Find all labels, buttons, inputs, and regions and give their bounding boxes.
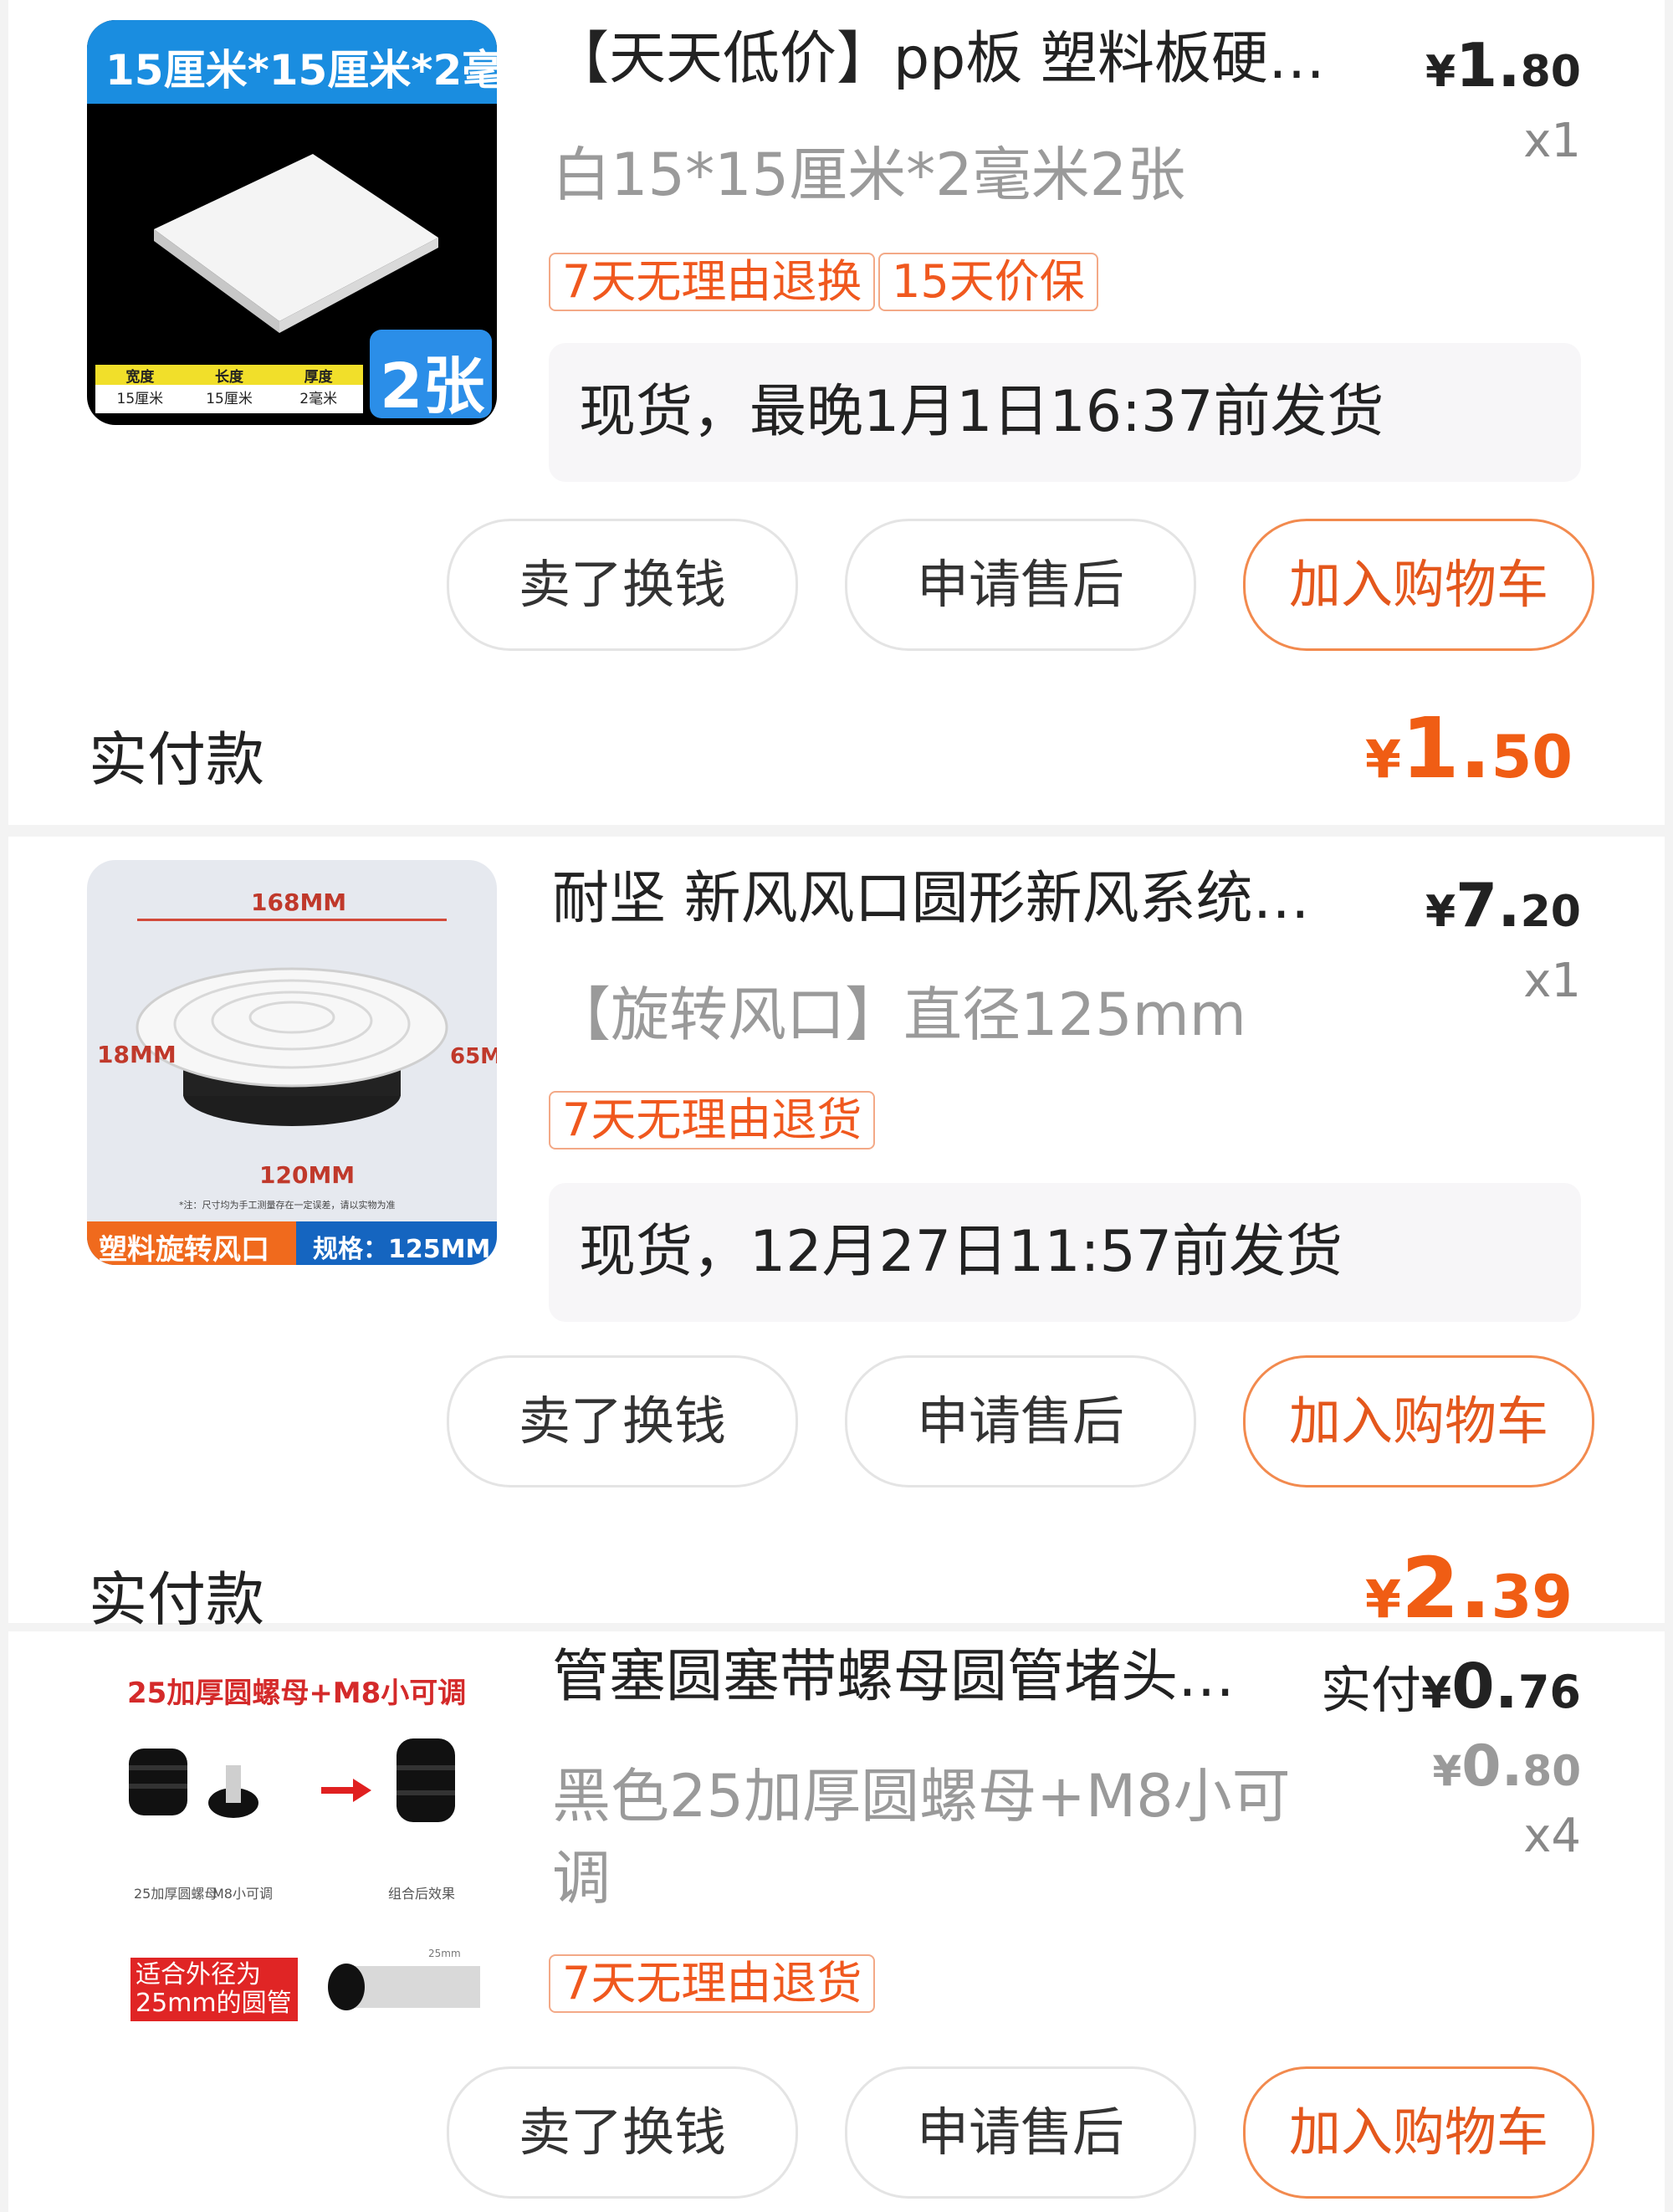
quantity: x1 — [1523, 114, 1581, 168]
paid-amount: ¥2.39 — [1364, 1539, 1573, 1637]
add-to-cart-button[interactable]: 加入购物车 — [1243, 519, 1594, 651]
image-headline: 25加厚圆螺母+M8小可调 — [127, 1677, 467, 1710]
product-spec: 黑色25加厚圆螺母+M8小可调 — [552, 1762, 1291, 1912]
spec-value: 15厘米 — [206, 391, 253, 407]
nut-illustration — [129, 1738, 455, 1822]
paid-amount: ¥1.50 — [1364, 699, 1573, 797]
after-sales-button[interactable]: 申请售后 — [845, 519, 1196, 651]
image-caption: 组合后效果 — [388, 1886, 456, 1902]
product-image[interactable]: 168MM 18MM 65MM 120MM *注：尺寸均为手工测量存在一定误差，… — [87, 860, 497, 1265]
spec-header: 厚度 — [304, 369, 333, 386]
order-card: 15厘米*15厘米*2毫米 宽度 长度 厚度 15厘米 15厘米 2毫米 — [8, 0, 1665, 825]
add-to-cart-button[interactable]: 加入购物车 — [1243, 2066, 1594, 2199]
count-badge-text: 2张 — [380, 351, 485, 422]
image-caption: 25加厚圆螺母 — [134, 1886, 218, 1902]
product-image[interactable]: 15厘米*15厘米*2毫米 宽度 长度 厚度 15厘米 15厘米 2毫米 — [87, 20, 497, 425]
paid-label: 实付款 — [89, 725, 264, 794]
order-card: 168MM 18MM 65MM 120MM *注：尺寸均为手工测量存在一定误差，… — [8, 837, 1665, 1637]
sell-button[interactable]: 卖了换钱 — [447, 2066, 798, 2199]
spec-value: 15厘米 — [116, 391, 164, 407]
quantity: x4 — [1523, 1809, 1581, 1863]
white-board-illustration — [154, 154, 438, 333]
product-spec: 【旋转风口】直径125mm — [552, 981, 1246, 1049]
return-tag: 7天无理由退货 — [549, 1954, 876, 2013]
spec-header: 宽度 — [125, 369, 155, 386]
image-caption: M8小可调 — [212, 1886, 273, 1902]
unit-price: ¥7.20 — [1425, 870, 1581, 940]
spec-header: 长度 — [215, 369, 243, 386]
product-image[interactable]: 25加厚圆螺母+M8小可调 25加厚圆螺母 M8小可调 组合后效果 适合外径为2… — [87, 1640, 497, 2045]
product-spec: 白15*15厘米*2毫米2张 — [552, 141, 1186, 209]
price-protect-tag: 15天价保 — [878, 253, 1098, 311]
dimension-label: 120MM — [259, 1161, 356, 1189]
quantity: x1 — [1523, 954, 1581, 1008]
dimension-label: 18MM — [97, 1041, 177, 1068]
spec-value: 2毫米 — [299, 391, 338, 407]
return-tag: 7天无理由退换 — [549, 253, 876, 311]
spec-table: 宽度 长度 厚度 15厘米 15厘米 2毫米 — [95, 365, 363, 413]
order-card: 25加厚圆螺母+M8小可调 25加厚圆螺母 M8小可调 组合后效果 适合外径为2… — [8, 1631, 1665, 2212]
image-note: *注：尺寸均为手工测量存在一定误差，请以实物为准 — [179, 1200, 396, 1211]
dimension-label: 65MM — [450, 1044, 497, 1069]
pipe-illustration — [328, 1964, 480, 2010]
product-title[interactable]: 【天天低价】pp板 塑料板硬… — [552, 28, 1380, 91]
pipe-size: 25mm — [428, 1948, 461, 1959]
image-footer-text: 塑料旋转风口 — [99, 1233, 269, 1265]
return-tag: 7天无理由退货 — [549, 1091, 876, 1150]
add-to-cart-button[interactable]: 加入购物车 — [1243, 1355, 1594, 1487]
order-list: 15厘米*15厘米*2毫米 宽度 长度 厚度 15厘米 15厘米 2毫米 — [0, 0, 1673, 2212]
paid-amount: 实付¥0.76 — [1321, 1651, 1581, 1723]
product-title[interactable]: 耐坚 新风风口圆形新风系统… — [552, 868, 1372, 931]
shipping-info: 现货，12月27日11:57前发货 — [549, 1183, 1581, 1322]
image-banner-text: 15厘米*15厘米*2毫米 — [105, 46, 497, 95]
red-note-text: 适合外径为25mm的圆管 — [136, 1960, 292, 2018]
after-sales-button[interactable]: 申请售后 — [845, 1355, 1196, 1487]
sell-button[interactable]: 卖了换钱 — [447, 1355, 798, 1487]
product-title[interactable]: 管塞圆塞带螺母圆管堵头… — [552, 1646, 1305, 1709]
image-footer-text: 规格：125MM — [313, 1235, 491, 1264]
shipping-info: 现货，最晚1月1日16:37前发货 — [549, 343, 1581, 482]
dimension-line — [137, 919, 447, 921]
original-price: ¥0.80 — [1432, 1733, 1581, 1800]
after-sales-button[interactable]: 申请售后 — [845, 2066, 1196, 2199]
unit-price: ¥1.80 — [1425, 30, 1581, 100]
sell-button[interactable]: 卖了换钱 — [447, 519, 798, 651]
dimension-label: 168MM — [251, 888, 347, 916]
paid-label: 实付款 — [89, 1565, 264, 1634]
